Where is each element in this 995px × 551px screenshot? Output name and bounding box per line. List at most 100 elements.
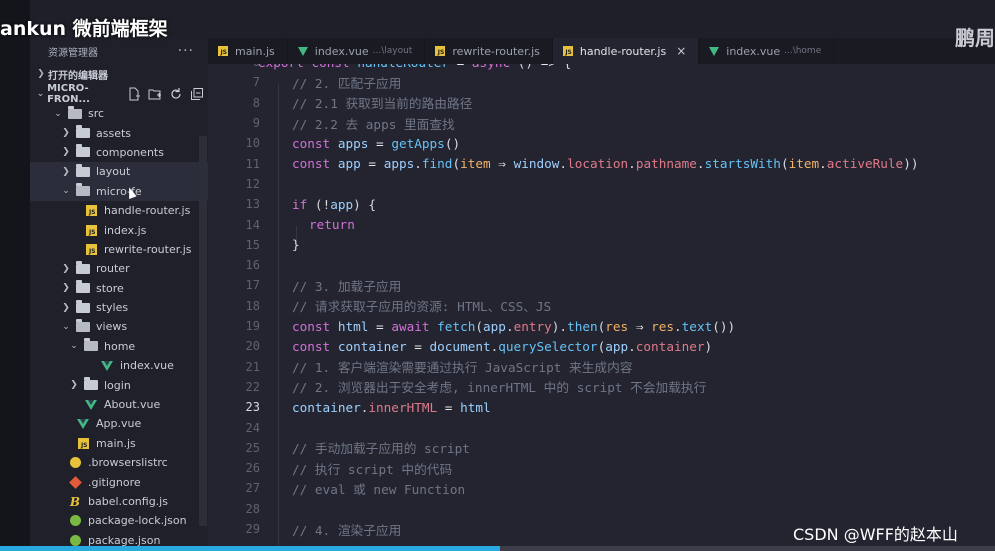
code-line[interactable]: 6export const handleRouter = async () =>…	[208, 64, 995, 72]
tree-item-about-vue[interactable]: About.vue	[30, 395, 208, 414]
explorer-sidebar: 资源管理器 ··· ❯ 打开的编辑器 ⌄ MICRO-FRON... ⌄ src…	[30, 38, 208, 551]
code-line[interactable]: 8 // 2.1 获取到当前的路由路径	[208, 93, 995, 113]
line-number: 13	[245, 197, 260, 212]
line-number: 18	[245, 298, 260, 313]
new-folder-icon[interactable]	[147, 87, 162, 102]
tab-main-js[interactable]: JS main.js	[208, 38, 288, 64]
tab-index-vue[interactable]: index.vue ...\layout	[288, 38, 426, 64]
code-line[interactable]: 26 // 执行 script 中的代码	[208, 458, 995, 478]
code-text: // 3. 加载子应用	[292, 278, 402, 294]
code-line[interactable]: 18 // 请求获取子应用的资源: HTML、CSS、JS	[208, 296, 995, 316]
tree-item-rewrite-router-js[interactable]: JS rewrite-router.js	[30, 240, 208, 259]
code-text: }	[292, 237, 300, 253]
code-line[interactable]: 10 const apps = getApps()	[208, 133, 995, 153]
code-text: // 执行 script 中的代码	[292, 461, 453, 477]
tree-item-src[interactable]: ⌄ src	[30, 104, 208, 123]
project-name: MICRO-FRON...	[47, 83, 90, 105]
code-line[interactable]: 16	[208, 255, 995, 275]
code-line[interactable]: 20 const container = document.querySelect…	[208, 336, 995, 356]
close-tab-icon[interactable]: ×	[676, 44, 686, 58]
code-text: // eval 或 new Function	[292, 481, 466, 497]
chevron-right-icon: ❯	[62, 147, 70, 158]
git-icon	[68, 475, 82, 489]
code-line[interactable]: 23 container.innerHTML = html	[208, 397, 995, 417]
code-line[interactable]: 21 // 1. 客户端渲染需要通过执行 JavaScript 来生成内容	[208, 357, 995, 377]
code-line[interactable]: 9 // 2.2 去 apps 里面查找	[208, 113, 995, 133]
line-number: 23	[245, 400, 260, 415]
tree-item-main-js[interactable]: JS main.js	[30, 434, 208, 453]
tab-index-vue[interactable]: index.vue ...\home	[699, 38, 835, 64]
more-actions-button[interactable]: ···	[178, 43, 194, 59]
code-text: // 4. 渲染子应用	[292, 522, 402, 538]
sidebar-scrollbar[interactable]	[199, 136, 207, 526]
tree-item-assets[interactable]: ❯ assets	[30, 123, 208, 142]
tree-item-label: layout	[96, 165, 131, 179]
tree-item-styles[interactable]: ❯ styles	[30, 298, 208, 317]
video-progress-track[interactable]	[500, 546, 995, 551]
code-line[interactable]: 19 const html = await fetch(app.entry).th…	[208, 316, 995, 336]
code-line[interactable]: 13 if (!app) {	[208, 194, 995, 214]
tree-item-views[interactable]: ⌄ views	[30, 317, 208, 336]
code-line[interactable]: 11 const app = apps.find(item ⇒ window.lo…	[208, 154, 995, 174]
code-line[interactable]: 25 // 手动加载子应用的 script	[208, 438, 995, 458]
line-number: 27	[245, 481, 260, 496]
tree-item-index-vue[interactable]: index.vue	[30, 356, 208, 375]
code-line[interactable]: 27 // eval 或 new Function	[208, 478, 995, 498]
javascript-file-icon: JS	[84, 243, 98, 255]
folder-icon	[76, 163, 90, 178]
tree-item-gitignore[interactable]: .gitignore	[30, 472, 208, 491]
code-line[interactable]: 17 // 3. 加载子应用	[208, 275, 995, 295]
code-line[interactable]: 28	[208, 499, 995, 519]
tab-handle-router-js[interactable]: JS handle-router.js ×	[552, 38, 700, 64]
tree-item-store[interactable]: ❯ store	[30, 279, 208, 298]
javascript-file-icon: JS	[562, 46, 573, 56]
tree-item-browserslistrc[interactable]: .browserslistrc	[30, 453, 208, 472]
code-line[interactable]: 15}	[208, 235, 995, 255]
tree-item-index-js[interactable]: JS index.js	[30, 220, 208, 239]
line-number: 6	[208, 64, 260, 69]
tab-path-hint: ...\home	[784, 46, 822, 56]
tree-item-label: components	[96, 145, 164, 159]
tree-item-login[interactable]: ❯ login	[30, 375, 208, 394]
line-number: 14	[245, 217, 260, 232]
tree-item-handle-router-js[interactable]: JS handle-router.js	[30, 201, 208, 220]
tree-item-micro-fe[interactable]: ⌄ micro-fe	[30, 181, 208, 201]
code-line[interactable]: 7 // 2. 匹配子应用	[208, 72, 995, 92]
code-line[interactable]: 14 return	[208, 214, 995, 234]
tree-item-label: index.js	[104, 223, 147, 237]
code-editor[interactable]: 6export const handleRouter = async () =>…	[208, 64, 995, 551]
vue-file-icon	[709, 46, 720, 56]
video-title: ankun 微前端框架	[0, 18, 168, 40]
line-number: 29	[245, 522, 260, 537]
tree-item-home[interactable]: ⌄ home	[30, 337, 208, 356]
code-line[interactable]: 12	[208, 174, 995, 194]
tree-item-label: .browserslistrc	[88, 456, 168, 470]
tree-item-babel-config-js[interactable]: Bbabel.config.js	[30, 492, 208, 511]
open-editors-section[interactable]: ❯ 打开的编辑器	[30, 64, 208, 84]
tree-item-package-lock-json[interactable]: package-lock.json	[30, 511, 208, 530]
tree-item-label: index.vue	[120, 359, 174, 373]
tree-item-components[interactable]: ❯ components	[30, 143, 208, 162]
refresh-icon[interactable]	[168, 87, 183, 102]
chevron-right-icon: ❯	[62, 166, 70, 177]
tree-item-layout[interactable]: ❯ layout	[30, 162, 208, 182]
tree-item-label: .gitignore	[88, 475, 141, 489]
line-number: 15	[245, 237, 260, 252]
tree-item-app-vue[interactable]: App.vue	[30, 414, 208, 433]
code-text: // 2.1 获取到当前的路由路径	[292, 96, 473, 112]
new-file-icon[interactable]	[126, 87, 141, 102]
code-line[interactable]: 22 // 2. 浏览器出于安全考虑, innerHTML 中的 script 不…	[208, 377, 995, 397]
folder-open-icon	[76, 183, 90, 197]
tab-rewrite-router-js[interactable]: JS rewrite-router.js	[425, 38, 553, 64]
project-section[interactable]: ⌄ MICRO-FRON...	[30, 83, 208, 105]
brand-text: 鹏周	[955, 26, 995, 50]
code-line[interactable]: 24	[208, 417, 995, 437]
video-progress-bar[interactable]	[0, 546, 500, 551]
line-number: 26	[245, 461, 260, 476]
collapse-all-icon[interactable]	[189, 87, 204, 102]
code-text: // 手动加载子应用的 script	[292, 441, 470, 457]
javascript-file-icon: JS	[76, 437, 90, 449]
chevron-down-icon: ⌄	[70, 341, 78, 352]
tree-item-router[interactable]: ❯ router	[30, 259, 208, 278]
line-number: 22	[245, 379, 260, 394]
